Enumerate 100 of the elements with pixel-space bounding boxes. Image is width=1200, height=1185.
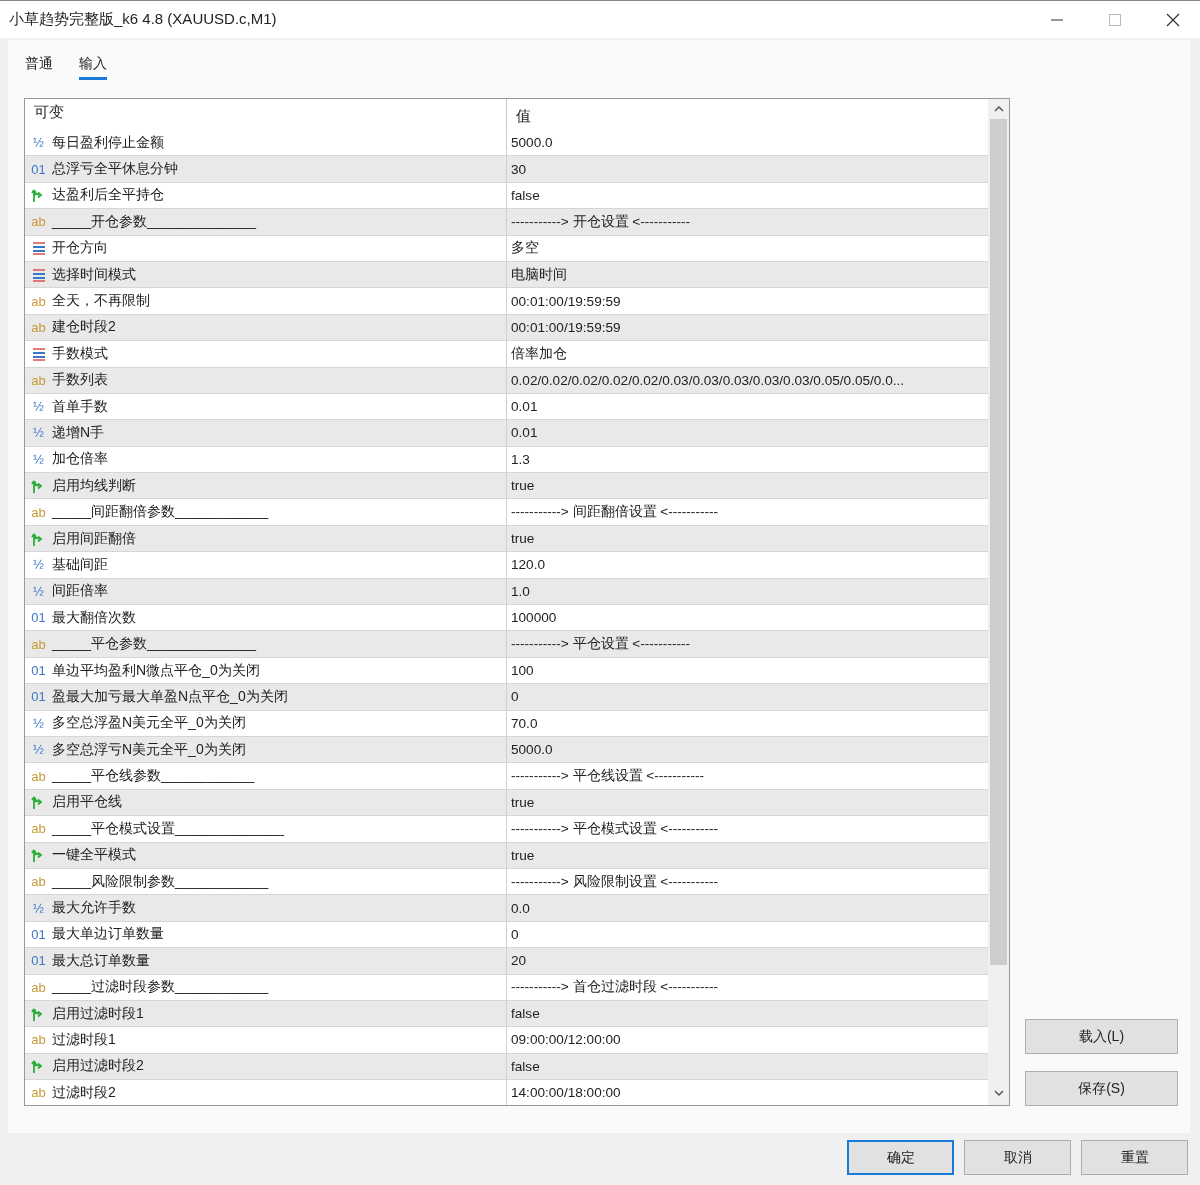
list-icon — [31, 240, 47, 257]
type-icon: ½ — [30, 135, 47, 151]
parameter-name: 启用均线判断 — [52, 476, 136, 495]
parameter-value[interactable]: -----------> 平仓线设置 <----------- — [511, 767, 705, 786]
parameter-name: 多空总浮盈N美元全平_0为关闭 — [52, 714, 246, 733]
parameter-value[interactable]: 70.0 — [511, 715, 538, 731]
type-icon: ab — [30, 821, 47, 837]
parameter-name: 多空总浮亏N美元全平_0为关闭 — [52, 740, 246, 759]
parameter-value[interactable]: 1.3 — [511, 451, 530, 467]
type-icon: 01 — [30, 663, 47, 678]
parameter-name: 手数模式 — [52, 344, 108, 363]
parameter-name: 单边平均盈利N微点平仓_0为关闭 — [52, 661, 260, 680]
parameter-value[interactable]: true — [511, 478, 535, 494]
parameter-value[interactable]: 0.0 — [511, 900, 530, 916]
parameter-value[interactable]: 00:01:00/19:59:59 — [511, 293, 621, 309]
parameter-value[interactable]: false — [511, 1006, 540, 1022]
parameter-value[interactable]: -----------> 开仓设置 <----------- — [511, 212, 691, 231]
parameter-value[interactable]: 14:00:00/18:00:00 — [511, 1085, 621, 1101]
type-icon: ½ — [30, 715, 47, 731]
parameter-value[interactable]: 倍率加仓 — [511, 344, 567, 363]
type-icon: ab — [30, 768, 47, 784]
parameter-name: 每日盈利停止金额 — [52, 133, 164, 152]
parameter-name: 选择时间模式 — [52, 265, 136, 284]
parameter-value[interactable]: -----------> 平仓模式设置 <----------- — [511, 819, 719, 838]
parameter-value[interactable]: 00:01:00/19:59:59 — [511, 319, 621, 335]
column-header[interactable]: 值 — [507, 103, 988, 126]
list-icon — [31, 266, 47, 283]
parameter-value[interactable]: 0.01 — [511, 399, 538, 415]
parameter-value[interactable]: true — [511, 531, 535, 547]
parameter-name: 间距倍率 — [52, 582, 108, 601]
type-icon: 01 — [30, 610, 47, 626]
type-icon: ab — [30, 214, 47, 230]
parameter-name: 启用过滤时段2 — [52, 1057, 144, 1076]
scroll-down-icon[interactable] — [993, 1089, 1004, 1097]
close-icon[interactable] — [1166, 12, 1180, 27]
parameter-value[interactable]: 1.0 — [511, 583, 530, 599]
parameter-value[interactable]: 30 — [511, 161, 527, 177]
type-icon: 01 — [30, 926, 47, 942]
parameter-name: _____平仓参数______________ — [52, 635, 256, 654]
parameter-name: _____开仓参数______________ — [52, 212, 256, 231]
parameter-value[interactable]: 100 — [511, 663, 534, 678]
parameter-value[interactable]: 0.01 — [511, 425, 538, 441]
parameter-value[interactable]: -----------> 首仓过滤时段 <----------- — [511, 978, 719, 997]
type-icon: ab — [30, 874, 47, 890]
parameter-name: _____平仓线参数____________ — [52, 767, 255, 786]
side-button[interactable]: 保存(S) — [1025, 1071, 1178, 1106]
parameter-value[interactable]: 0.02/0.02/0.02/0.02/0.02/0.03/0.03/0.03/0.03/0.03/0.05/0.05/0.0... — [511, 372, 905, 388]
scrollbar[interactable] — [988, 99, 1009, 1105]
scrollbar-thumb[interactable] — [990, 119, 1007, 965]
type-icon: ab — [30, 319, 47, 335]
parameter-value[interactable]: 0 — [511, 926, 519, 942]
tab[interactable]: 输入 — [79, 54, 107, 80]
type-icon: 01 — [30, 953, 47, 969]
parameter-value[interactable]: 0 — [511, 689, 519, 705]
parameter-name: 递增N手 — [52, 424, 105, 442]
parameter-value[interactable]: 5000.0 — [511, 135, 553, 151]
type-icon: ½ — [30, 900, 47, 916]
type-icon: ½ — [30, 425, 47, 441]
type-icon: 01 — [30, 161, 47, 177]
list-icon — [31, 345, 47, 362]
parameter-name: 启用过滤时段1 — [52, 1004, 144, 1023]
parameter-value[interactable]: 电脑时间 — [511, 265, 567, 284]
parameter-value[interactable]: -----------> 平仓设置 <----------- — [511, 635, 691, 654]
type-icon: 01 — [30, 689, 47, 705]
scroll-up-icon[interactable] — [993, 105, 1004, 113]
parameter-name: 过滤时段2 — [52, 1083, 116, 1102]
parameter-value[interactable]: 09:00:00/12:00:00 — [511, 1032, 621, 1048]
parameter-value[interactable]: -----------> 风险限制设置 <----------- — [511, 872, 719, 891]
parameter-name: 最大总订单数量 — [52, 951, 150, 970]
parameter-value[interactable]: true — [511, 847, 535, 863]
type-icon: ½ — [30, 583, 47, 599]
parameter-value[interactable]: 5000.0 — [511, 742, 553, 758]
maximize-icon[interactable] — [1108, 12, 1122, 27]
dialog-button[interactable]: 取消 — [964, 1140, 1071, 1175]
parameter-value[interactable]: -----------> 间距翻倍设置 <----------- — [511, 503, 719, 522]
tab[interactable]: 普通 — [25, 54, 53, 80]
type-icon: ab — [30, 372, 47, 388]
dialog-button[interactable]: 确定 — [847, 1140, 954, 1175]
type-icon: ½ — [30, 399, 47, 415]
type-icon: ½ — [30, 557, 47, 573]
parameter-value[interactable]: true — [511, 794, 535, 810]
side-button[interactable]: 载入(L) — [1025, 1019, 1178, 1054]
parameter-value[interactable]: 120.0 — [511, 557, 546, 573]
type-icon: ½ — [30, 451, 47, 467]
dialog-button[interactable]: 重置 — [1081, 1140, 1188, 1175]
parameter-value[interactable]: false — [511, 187, 540, 203]
parameter-name: 达盈利后全平持仓 — [52, 186, 164, 205]
parameter-name: 过滤时段1 — [52, 1030, 116, 1049]
parameter-name: 建仓时段2 — [52, 318, 116, 337]
parameter-value[interactable]: 100000 — [511, 610, 557, 626]
parameter-name: 最大单边订单数量 — [52, 925, 164, 944]
parameter-name: _____过滤时段参数____________ — [52, 978, 269, 997]
type-icon: ab — [30, 1085, 47, 1101]
window-title: 小草趋势完整版_k6 4.8 (XAUUSD.c,M1) — [9, 10, 277, 29]
parameter-value[interactable]: 20 — [511, 953, 527, 969]
type-icon: ab — [30, 636, 47, 652]
parameter-name: _____间距翻倍参数____________ — [52, 503, 269, 522]
parameter-value[interactable]: false — [511, 1058, 540, 1074]
parameter-value[interactable]: 多空 — [511, 239, 539, 258]
type-icon: ab — [30, 1032, 47, 1048]
